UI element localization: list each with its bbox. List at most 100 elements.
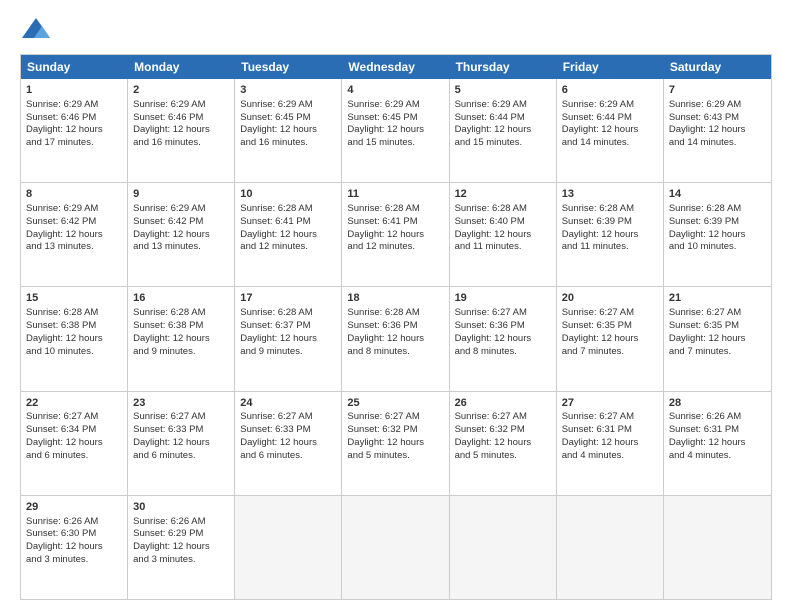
daylight-mins: and 10 minutes. <box>669 241 737 252</box>
day-number: 24 <box>240 396 336 411</box>
calendar-cell: 21 Sunrise: 6:27 AM Sunset: 6:35 PM Dayl… <box>664 287 771 390</box>
calendar-cell <box>557 496 664 599</box>
sunrise-label: Sunrise: 6:29 AM <box>347 99 419 110</box>
daylight-label: Daylight: 12 hours <box>240 229 317 240</box>
sunset-label: Sunset: 6:31 PM <box>562 424 632 435</box>
daylight-mins: and 12 minutes. <box>347 241 415 252</box>
daylight-label: Daylight: 12 hours <box>26 229 103 240</box>
daylight-mins: and 4 minutes. <box>562 450 624 461</box>
sunset-label: Sunset: 6:46 PM <box>133 112 203 123</box>
calendar-cell: 26 Sunrise: 6:27 AM Sunset: 6:32 PM Dayl… <box>450 392 557 495</box>
sunset-label: Sunset: 6:44 PM <box>562 112 632 123</box>
daylight-label: Daylight: 12 hours <box>26 541 103 552</box>
day-number: 11 <box>347 187 443 202</box>
day-number: 7 <box>669 83 766 98</box>
calendar-cell: 20 Sunrise: 6:27 AM Sunset: 6:35 PM Dayl… <box>557 287 664 390</box>
calendar-cell: 25 Sunrise: 6:27 AM Sunset: 6:32 PM Dayl… <box>342 392 449 495</box>
sunrise-label: Sunrise: 6:28 AM <box>347 203 419 214</box>
calendar-cell: 18 Sunrise: 6:28 AM Sunset: 6:36 PM Dayl… <box>342 287 449 390</box>
sunrise-label: Sunrise: 6:28 AM <box>455 203 527 214</box>
sunrise-label: Sunrise: 6:27 AM <box>669 307 741 318</box>
daylight-mins: and 8 minutes. <box>455 346 517 357</box>
daylight-mins: and 6 minutes. <box>133 450 195 461</box>
header-wednesday: Wednesday <box>342 55 449 79</box>
calendar-body: 1 Sunrise: 6:29 AM Sunset: 6:46 PM Dayli… <box>21 79 771 599</box>
sunrise-label: Sunrise: 6:29 AM <box>133 203 205 214</box>
calendar-cell: 8 Sunrise: 6:29 AM Sunset: 6:42 PM Dayli… <box>21 183 128 286</box>
sunset-label: Sunset: 6:31 PM <box>669 424 739 435</box>
daylight-label: Daylight: 12 hours <box>455 124 532 135</box>
day-number: 13 <box>562 187 658 202</box>
day-number: 23 <box>133 396 229 411</box>
day-number: 20 <box>562 291 658 306</box>
daylight-mins: and 15 minutes. <box>347 137 415 148</box>
daylight-mins: and 7 minutes. <box>562 346 624 357</box>
calendar-cell: 11 Sunrise: 6:28 AM Sunset: 6:41 PM Dayl… <box>342 183 449 286</box>
day-number: 18 <box>347 291 443 306</box>
day-number: 12 <box>455 187 551 202</box>
calendar-cell: 15 Sunrise: 6:28 AM Sunset: 6:38 PM Dayl… <box>21 287 128 390</box>
logo-icon <box>20 16 52 44</box>
daylight-label: Daylight: 12 hours <box>347 333 424 344</box>
calendar-cell: 7 Sunrise: 6:29 AM Sunset: 6:43 PM Dayli… <box>664 79 771 182</box>
sunrise-label: Sunrise: 6:29 AM <box>133 99 205 110</box>
sunrise-label: Sunrise: 6:28 AM <box>26 307 98 318</box>
daylight-mins: and 6 minutes. <box>240 450 302 461</box>
daylight-mins: and 4 minutes. <box>669 450 731 461</box>
sunset-label: Sunset: 6:42 PM <box>26 216 96 227</box>
sunset-label: Sunset: 6:30 PM <box>26 528 96 539</box>
day-number: 2 <box>133 83 229 98</box>
daylight-mins: and 13 minutes. <box>26 241 94 252</box>
daylight-mins: and 15 minutes. <box>455 137 523 148</box>
calendar-cell: 16 Sunrise: 6:28 AM Sunset: 6:38 PM Dayl… <box>128 287 235 390</box>
sunset-label: Sunset: 6:41 PM <box>240 216 310 227</box>
sunrise-label: Sunrise: 6:26 AM <box>26 516 98 527</box>
daylight-label: Daylight: 12 hours <box>347 124 424 135</box>
daylight-mins: and 16 minutes. <box>133 137 201 148</box>
calendar-cell <box>342 496 449 599</box>
calendar-cell: 17 Sunrise: 6:28 AM Sunset: 6:37 PM Dayl… <box>235 287 342 390</box>
day-number: 10 <box>240 187 336 202</box>
daylight-label: Daylight: 12 hours <box>240 333 317 344</box>
daylight-mins: and 9 minutes. <box>133 346 195 357</box>
daylight-mins: and 5 minutes. <box>347 450 409 461</box>
calendar-cell: 9 Sunrise: 6:29 AM Sunset: 6:42 PM Dayli… <box>128 183 235 286</box>
calendar-cell: 3 Sunrise: 6:29 AM Sunset: 6:45 PM Dayli… <box>235 79 342 182</box>
daylight-mins: and 3 minutes. <box>26 554 88 565</box>
daylight-label: Daylight: 12 hours <box>455 437 532 448</box>
daylight-label: Daylight: 12 hours <box>133 437 210 448</box>
sunrise-label: Sunrise: 6:29 AM <box>669 99 741 110</box>
header-sunday: Sunday <box>21 55 128 79</box>
day-number: 16 <box>133 291 229 306</box>
daylight-mins: and 16 minutes. <box>240 137 308 148</box>
sunset-label: Sunset: 6:33 PM <box>240 424 310 435</box>
header-friday: Friday <box>557 55 664 79</box>
sunset-label: Sunset: 6:44 PM <box>455 112 525 123</box>
calendar-cell: 10 Sunrise: 6:28 AM Sunset: 6:41 PM Dayl… <box>235 183 342 286</box>
header-tuesday: Tuesday <box>235 55 342 79</box>
day-number: 3 <box>240 83 336 98</box>
daylight-label: Daylight: 12 hours <box>669 333 746 344</box>
sunset-label: Sunset: 6:39 PM <box>669 216 739 227</box>
day-number: 5 <box>455 83 551 98</box>
calendar-cell <box>664 496 771 599</box>
daylight-label: Daylight: 12 hours <box>455 333 532 344</box>
daylight-label: Daylight: 12 hours <box>133 333 210 344</box>
day-number: 14 <box>669 187 766 202</box>
sunset-label: Sunset: 6:45 PM <box>240 112 310 123</box>
calendar-row: 15 Sunrise: 6:28 AM Sunset: 6:38 PM Dayl… <box>21 287 771 391</box>
daylight-label: Daylight: 12 hours <box>133 229 210 240</box>
daylight-label: Daylight: 12 hours <box>133 124 210 135</box>
calendar-cell: 13 Sunrise: 6:28 AM Sunset: 6:39 PM Dayl… <box>557 183 664 286</box>
calendar-cell: 19 Sunrise: 6:27 AM Sunset: 6:36 PM Dayl… <box>450 287 557 390</box>
day-number: 4 <box>347 83 443 98</box>
day-number: 6 <box>562 83 658 98</box>
header-thursday: Thursday <box>450 55 557 79</box>
sunrise-label: Sunrise: 6:27 AM <box>26 411 98 422</box>
sunset-label: Sunset: 6:32 PM <box>455 424 525 435</box>
sunset-label: Sunset: 6:46 PM <box>26 112 96 123</box>
daylight-mins: and 10 minutes. <box>26 346 94 357</box>
header <box>20 16 772 44</box>
sunrise-label: Sunrise: 6:29 AM <box>562 99 634 110</box>
calendar-row: 1 Sunrise: 6:29 AM Sunset: 6:46 PM Dayli… <box>21 79 771 183</box>
